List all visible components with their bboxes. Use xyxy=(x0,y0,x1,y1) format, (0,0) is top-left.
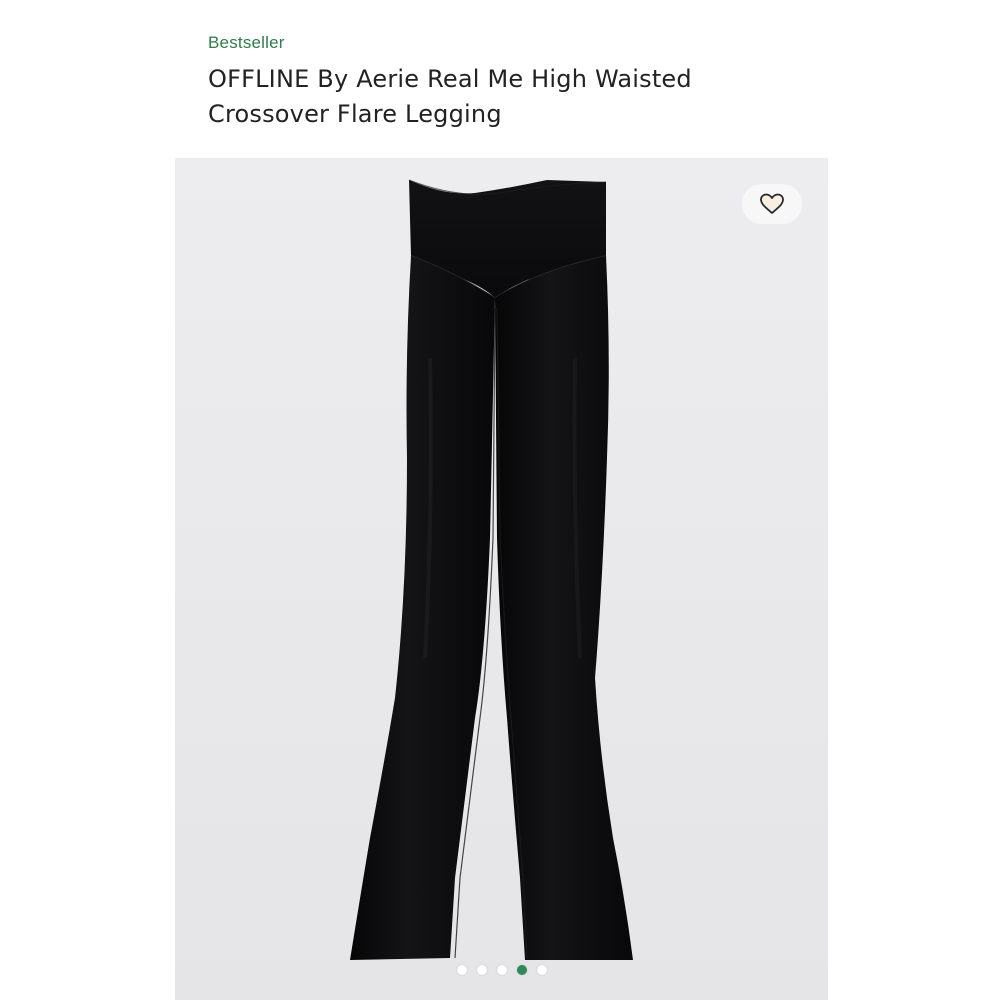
bestseller-badge: Bestseller xyxy=(208,33,285,52)
favorite-button[interactable] xyxy=(742,184,802,224)
product-image-gallery[interactable] xyxy=(175,158,828,1000)
product-card: Bestseller OFFLINE By Aerie Real Me High… xyxy=(175,0,828,1000)
right-leg-shape xyxy=(495,256,633,960)
product-title: OFFLINE By Aerie Real Me High Waisted Cr… xyxy=(208,65,692,128)
carousel-dot-3[interactable] xyxy=(496,965,507,975)
heart-outline-icon xyxy=(760,193,784,214)
product-header: Bestseller OFFLINE By Aerie Real Me High… xyxy=(175,0,828,158)
page: Bestseller OFFLINE By Aerie Real Me High… xyxy=(0,0,1000,1000)
left-leg-shape xyxy=(350,256,495,960)
carousel-pagination xyxy=(175,963,828,977)
carousel-dot-5[interactable] xyxy=(536,965,547,975)
black-flare-leggings-image xyxy=(350,179,633,960)
carousel-dot-4-active[interactable] xyxy=(516,965,527,975)
carousel-dot-2[interactable] xyxy=(476,965,487,975)
carousel-dot-1[interactable] xyxy=(456,965,467,975)
